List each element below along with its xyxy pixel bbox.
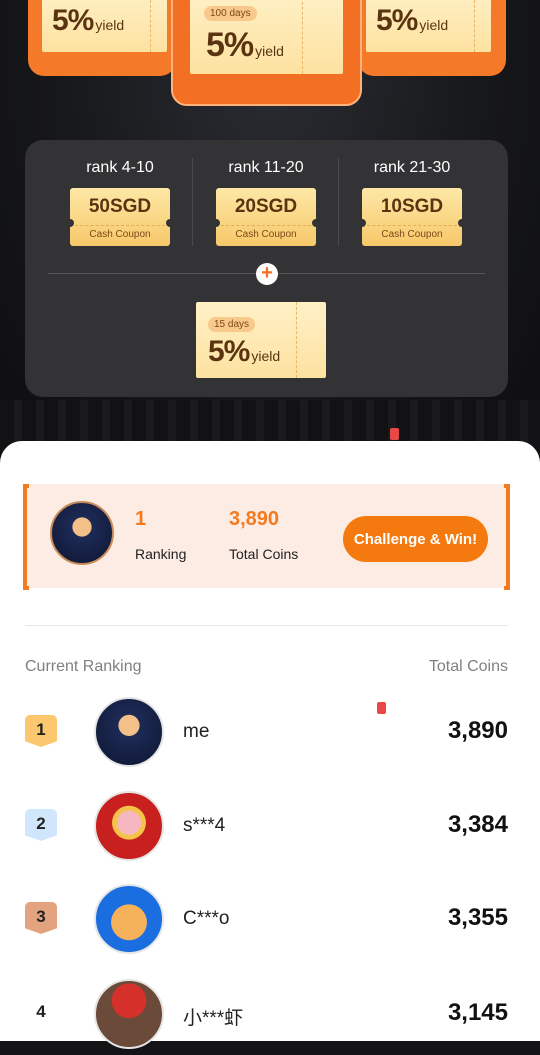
- rank-badge: 4: [36, 1002, 46, 1021]
- yield-ticket: 5% yield: [42, 0, 167, 52]
- my-avatar: [50, 501, 114, 565]
- leaderboard-row[interactable]: 4 小***虾 3,145: [0, 975, 540, 1055]
- user-coins: 3,384: [447, 811, 508, 838]
- divider: [25, 625, 508, 626]
- user-coins: 3,145: [447, 999, 508, 1026]
- current-ranking-header: Current Ranking: [25, 658, 142, 675]
- rank-range: rank 21-30: [373, 159, 451, 176]
- prize-card-left[interactable]: 5% yield: [28, 0, 176, 76]
- mario-avatar: [94, 979, 164, 1049]
- user-name: 小***虾: [183, 1008, 244, 1029]
- ox-avatar: [94, 884, 164, 954]
- cash-coupon: 20SGD Cash Coupon: [212, 188, 320, 246]
- yield-ticket: 5% yield: [366, 0, 491, 52]
- plus-icon: +: [256, 263, 278, 285]
- prize-card-center[interactable]: 100 days 5% yield: [171, 0, 362, 106]
- rank-badge: 3: [25, 902, 57, 934]
- leaderboard-row[interactable]: 1 me 3,890: [0, 693, 540, 773]
- my-ranking-value: 1: [135, 508, 147, 530]
- leaderboard-row[interactable]: 3 C***o 3,355: [0, 880, 540, 960]
- yield-rate: 5% yield: [376, 4, 449, 37]
- bracket-decoration: [504, 484, 510, 590]
- notification-dot: [377, 702, 386, 714]
- reward-tier: rank 11-20 20SGD Cash Coupon: [193, 140, 339, 246]
- rank-range: rank 11-20: [228, 159, 304, 176]
- rewards-panel: rank 4-10 50SGD Cash Coupon rank 11-20 2…: [25, 140, 508, 397]
- prize-card-right[interactable]: 5% yield: [358, 0, 506, 76]
- reward-tier: rank 21-30 10SGD Cash Coupon: [339, 140, 485, 246]
- astronaut-fox-avatar: [94, 697, 164, 767]
- bracket-decoration: [23, 484, 29, 590]
- leaderboard-sheet: 1 Ranking 3,890 Total Coins Challenge & …: [0, 441, 540, 1049]
- days-tag: 100 days: [204, 6, 257, 21]
- bonus-yield-ticket: 15 days 5% yield: [196, 302, 326, 378]
- user-coins: 3,890: [447, 717, 508, 744]
- leaderboard-row[interactable]: 2 s***4 3,384: [0, 787, 540, 867]
- rank-range: rank 4-10: [86, 159, 154, 176]
- reward-tier: rank 4-10 50SGD Cash Coupon: [47, 140, 193, 246]
- yield-ticket: 100 days 5% yield: [190, 0, 343, 74]
- challenge-win-button[interactable]: Challenge & Win!: [343, 516, 488, 562]
- ranking-label: Ranking: [135, 546, 187, 562]
- rank-badge: 2: [25, 809, 57, 841]
- cash-coupon: 50SGD Cash Coupon: [66, 188, 174, 246]
- rank-badge: 1: [25, 715, 57, 747]
- my-coins-value: 3,890: [229, 508, 280, 530]
- user-coins: 3,355: [447, 904, 508, 931]
- yield-rate: 5% yield: [208, 335, 281, 368]
- user-name: s***4: [183, 815, 226, 836]
- days-tag: 15 days: [208, 317, 256, 332]
- total-coins-header: Total Coins: [428, 658, 508, 675]
- yield-rate: 5% yield: [206, 26, 284, 64]
- cash-coupon: 10SGD Cash Coupon: [358, 188, 466, 246]
- yield-rate: 5% yield: [52, 4, 125, 37]
- total-coins-label: Total Coins: [229, 546, 299, 562]
- user-name: C***o: [183, 908, 230, 929]
- user-name: me: [183, 721, 210, 742]
- pig-avatar: [94, 791, 164, 861]
- my-ranking-card: 1 Ranking 3,890 Total Coins Challenge & …: [23, 484, 510, 590]
- notification-dot: [390, 428, 399, 440]
